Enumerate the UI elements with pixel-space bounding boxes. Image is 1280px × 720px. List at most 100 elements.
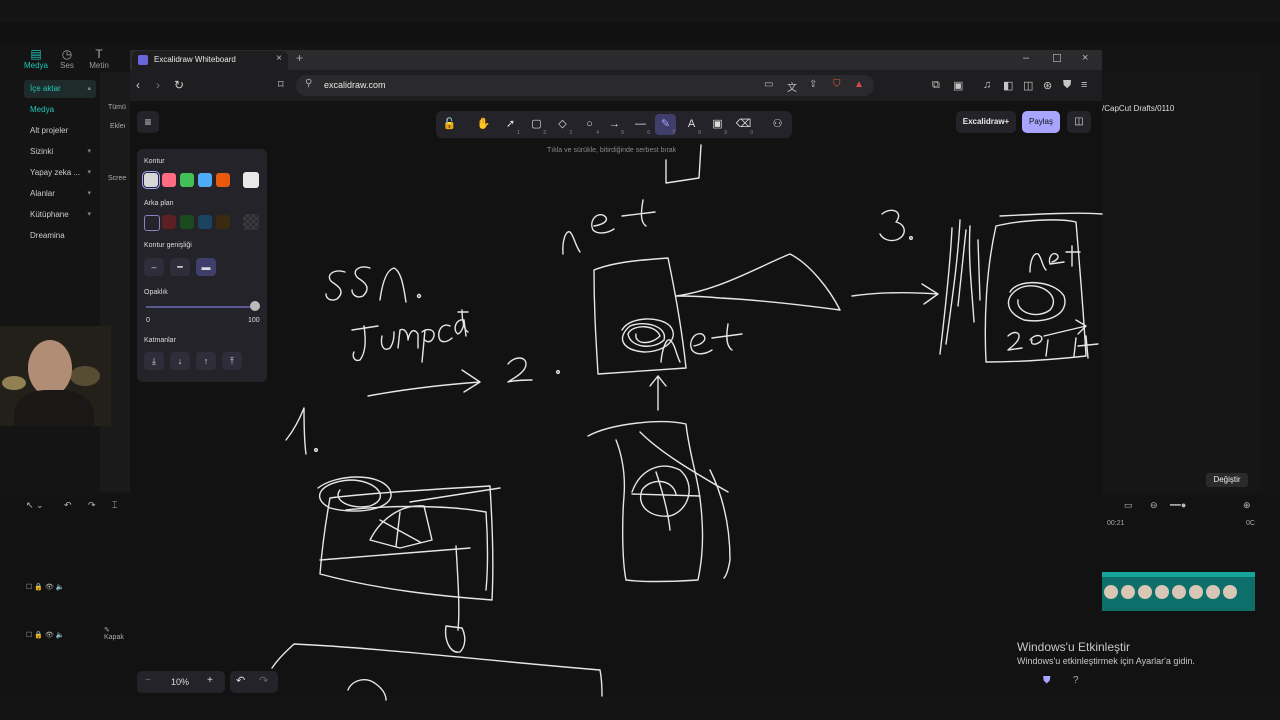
background-swatch[interactable] — [198, 215, 212, 229]
shortcut-number: 4 — [596, 130, 599, 136]
sketch-stroke — [675, 253, 841, 311]
lock-icon: 🔓 — [442, 118, 457, 130]
background-swatch[interactable] — [216, 215, 230, 229]
sketch-stroke — [421, 328, 435, 363]
shape-toolbar: 🔓 ✋ ➚ 1 ▢ 2 ◇ 3 ○ 4 → 5—6 ✎ 7 A 8 ▣ 9 ⌫ 0 ⚇ — [436, 111, 792, 138]
layers-label: Katmanlar — [144, 337, 176, 344]
shortcut-number: 7 — [672, 130, 675, 136]
help-icon[interactable]: ? — [1073, 675, 1079, 686]
share-button[interactable]: Paylaş — [1022, 111, 1060, 133]
eraser-icon: ⌫ — [735, 118, 752, 130]
sketch-stroke — [621, 318, 674, 353]
stroke-swatch[interactable] — [198, 173, 212, 187]
zoom-controls: − 10% + — [137, 671, 225, 693]
sketch-stroke — [879, 209, 905, 242]
activation-subtitle: Windows'u etkinleştirmek için Ayarlar'a … — [1017, 656, 1195, 666]
sketch-stroke — [367, 369, 481, 397]
sketch-stroke — [314, 448, 319, 453]
stroke-width-thin[interactable]: – — [144, 258, 164, 276]
stroke-current-swatch[interactable] — [243, 172, 259, 188]
sketch-stroke — [325, 270, 346, 301]
background-current-swatch[interactable] — [243, 214, 259, 230]
background-swatch[interactable] — [180, 215, 194, 229]
tool-more-tools[interactable]: ⚇ — [767, 114, 788, 135]
shortcut-number: 3 — [569, 130, 572, 136]
sketch-stroke — [711, 323, 743, 351]
stroke-swatch[interactable] — [216, 173, 230, 187]
tool-pencil[interactable]: ✎ 7 — [655, 114, 676, 136]
select-icon: ➚ — [505, 118, 516, 130]
sketch-stroke — [416, 293, 422, 299]
sketch-stroke — [507, 357, 533, 383]
rectangle-icon: ▢ — [531, 118, 542, 130]
sketch-stroke — [380, 331, 395, 350]
tool-rectangle[interactable]: ▢ 2 — [526, 114, 547, 136]
sketch-stroke — [1007, 331, 1023, 351]
tool-lock[interactable]: 🔓 — [439, 114, 460, 135]
stroke-width-bold[interactable]: ━ — [170, 258, 190, 276]
text-icon: A — [687, 118, 696, 130]
arrow-icon: → — [609, 118, 620, 130]
undo-icon[interactable]: ↶ — [236, 674, 245, 687]
library-sidebar-button[interactable]: ◫ — [1067, 111, 1091, 133]
stroke-swatch[interactable] — [180, 173, 194, 187]
shortcut-number: 1 — [517, 130, 520, 136]
sketch-stroke — [1045, 335, 1099, 359]
undo-redo-controls: ↶ ↷ — [230, 671, 278, 693]
zoom-out-icon[interactable]: − — [145, 675, 151, 686]
bring-to-front-icon[interactable]: ⤒ — [222, 352, 242, 370]
sketch-stroke — [347, 679, 387, 701]
sketch-stroke — [593, 257, 687, 375]
shortcut-number: 6 — [647, 130, 650, 136]
background-label: Arka plan — [144, 200, 174, 207]
image-icon: ▣ — [712, 118, 723, 130]
sketch-stroke — [968, 225, 981, 323]
more-tools-icon: ⚇ — [772, 118, 783, 130]
sketch-stroke — [397, 328, 419, 349]
sketch-stroke — [1043, 319, 1087, 337]
tool-line[interactable]: —6 — [630, 114, 651, 136]
sketch-stroke — [271, 643, 603, 697]
zoom-in-icon[interactable]: + — [207, 675, 213, 686]
bring-forward-icon[interactable]: ↑ — [196, 352, 216, 370]
shield-check-icon[interactable]: ⛊ — [1043, 675, 1051, 686]
tool-image[interactable]: ▣ 9 — [707, 114, 728, 136]
background-swatch-transparent[interactable] — [144, 215, 160, 231]
tool-diamond[interactable]: ◇ 3 — [552, 114, 573, 136]
sketch-stroke — [660, 339, 681, 363]
opacity-slider-knob[interactable] — [250, 301, 260, 311]
excalidraw-plus-button[interactable]: Excalidraw+ — [956, 111, 1016, 133]
background-swatch[interactable] — [162, 215, 176, 229]
shortcut-number: 9 — [724, 130, 727, 136]
send-backward-icon[interactable]: ↓ — [170, 352, 190, 370]
shortcut-number: 5 — [621, 130, 624, 136]
shortcut-number: 2 — [543, 130, 546, 136]
sketch-stroke — [1048, 252, 1065, 265]
tool-ellipse[interactable]: ○ 4 — [579, 114, 600, 136]
tool-eraser[interactable]: ⌫ 0 — [733, 114, 754, 136]
stroke-swatch[interactable] — [162, 173, 176, 187]
redo-icon[interactable]: ↷ — [259, 674, 268, 687]
stroke-width-extra-bold[interactable]: ▬ — [196, 258, 216, 276]
sketch-stroke — [369, 505, 433, 549]
sketch-stroke — [690, 333, 713, 355]
sketch-stroke — [984, 219, 1087, 363]
tool-text[interactable]: A8 — [681, 114, 702, 136]
zoom-level[interactable]: 10% — [171, 677, 189, 687]
main-menu-button[interactable]: ≡ — [137, 111, 159, 133]
sketch-stroke — [1029, 334, 1043, 345]
opacity-min: 0 — [146, 317, 150, 324]
stroke-swatch[interactable] — [142, 171, 160, 189]
activation-title: Windows'u Etkinleştir — [1017, 640, 1130, 654]
sketch-stroke — [351, 266, 371, 298]
opacity-slider[interactable] — [146, 306, 258, 308]
line-icon: — — [635, 118, 646, 130]
tool-arrow[interactable]: → 5 — [604, 114, 625, 136]
tool-select[interactable]: ➚ 1 — [500, 114, 521, 136]
properties-panel: Kontur Arka plan Kontur genişliği – ━ ▬ … — [137, 149, 267, 382]
sketch-stroke — [909, 235, 914, 240]
sketch-stroke — [631, 465, 690, 517]
send-to-back-icon[interactable]: ⤓ — [144, 352, 164, 370]
sketch-stroke — [1007, 281, 1066, 322]
tool-hand[interactable]: ✋ — [473, 114, 494, 135]
